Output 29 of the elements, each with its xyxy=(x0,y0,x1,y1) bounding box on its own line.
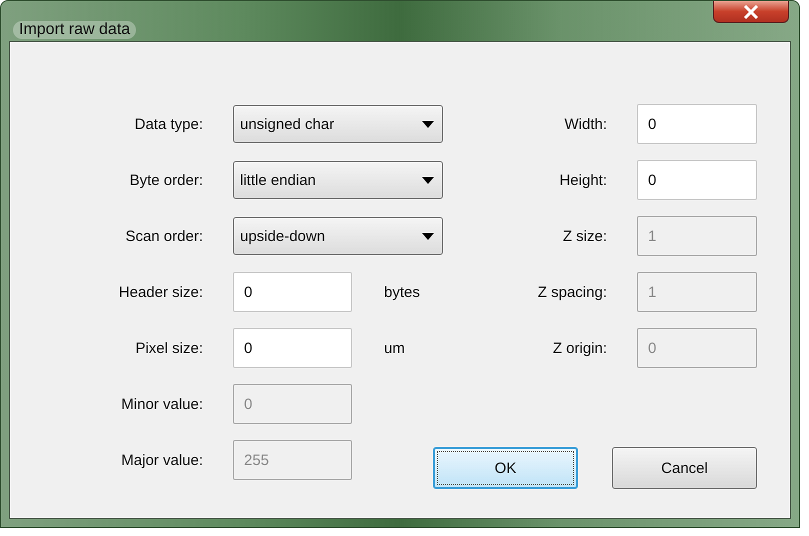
field-label: Width: xyxy=(563,116,607,132)
field-label: Major value: xyxy=(120,452,203,468)
caret-icon xyxy=(422,120,434,128)
field-label: Height: xyxy=(558,172,607,188)
input-field[interactable]: 0 xyxy=(637,160,757,200)
input-field[interactable]: 0 xyxy=(637,104,757,144)
dropdown[interactable]: little endian xyxy=(233,161,443,199)
input-field[interactable]: 0 xyxy=(233,328,352,368)
window-title: Import raw data xyxy=(13,21,136,39)
field-label: Z origin: xyxy=(552,340,607,356)
dropdown[interactable]: upside-down xyxy=(233,217,443,255)
field-label: Scan order: xyxy=(124,228,203,244)
close-icon xyxy=(743,4,759,18)
field-label: Z size: xyxy=(562,228,607,244)
field-label: Header size: xyxy=(118,284,203,300)
dropdown[interactable]: unsigned char xyxy=(233,105,443,143)
caret-icon xyxy=(422,232,434,240)
unit-label: um xyxy=(384,340,405,356)
ok-button[interactable]: OK xyxy=(433,447,578,489)
cancel-button[interactable]: Cancel xyxy=(612,447,757,489)
field-label: Minor value: xyxy=(120,396,203,412)
field-label: Byte order: xyxy=(128,172,203,188)
close-button[interactable] xyxy=(713,1,789,23)
field-label: Data type: xyxy=(134,116,203,132)
caret-icon xyxy=(422,176,434,184)
input-field[interactable]: 0 xyxy=(233,272,352,312)
field-label: Pixel size: xyxy=(134,340,203,356)
unit-label: bytes xyxy=(384,284,420,300)
field-label: Z spacing: xyxy=(536,284,607,300)
